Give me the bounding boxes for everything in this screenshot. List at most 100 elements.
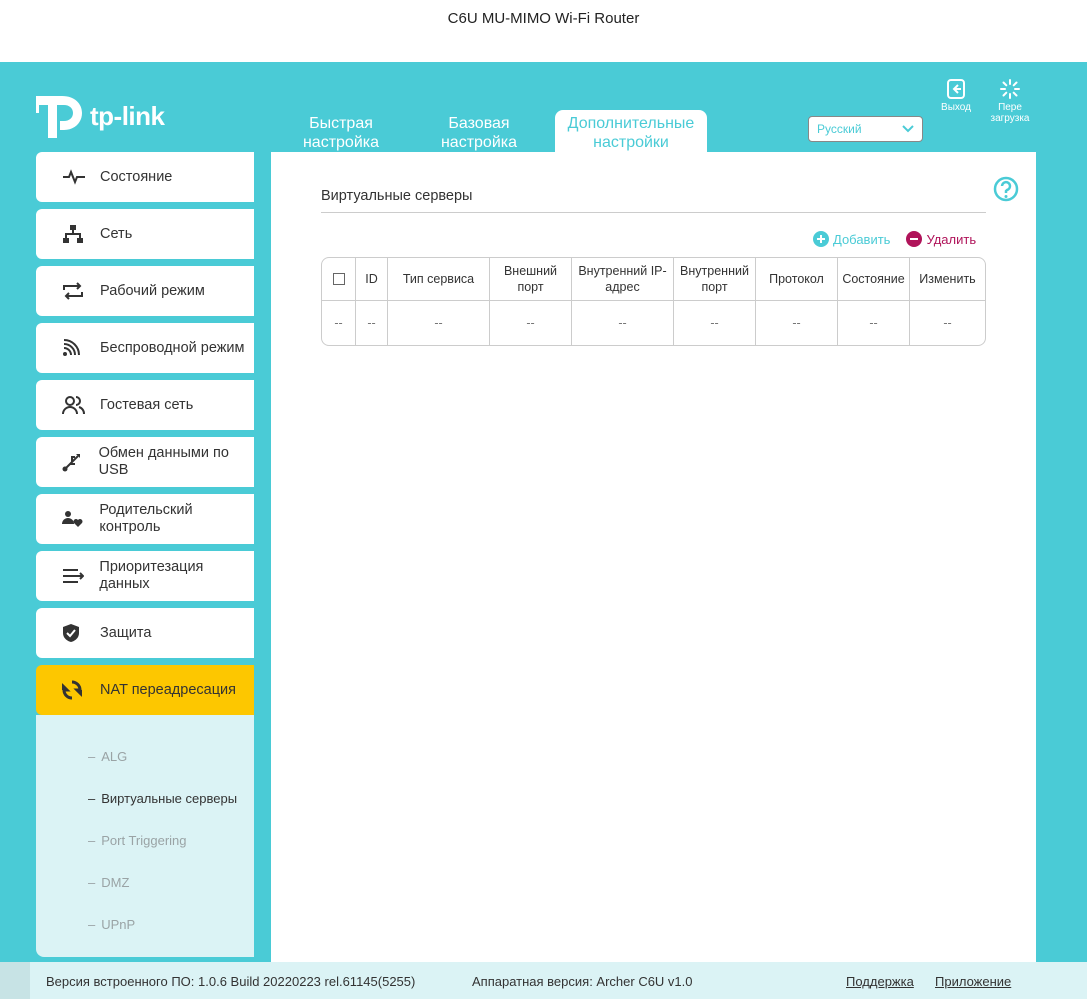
chevron-down-icon — [902, 125, 914, 133]
reboot-label-1: Пере — [998, 102, 1022, 113]
table-cell: -- — [572, 301, 674, 345]
delete-label: Удалить — [926, 231, 977, 247]
table-cell: -- — [674, 301, 756, 345]
sidebar-item-security[interactable]: Защита — [36, 608, 254, 658]
sidebar-item-operation-mode[interactable]: Рабочий режим — [36, 266, 254, 316]
table-header-row: ID Тип сервиса Внешний порт Внутренний I… — [322, 258, 985, 301]
submenu-item-dmz[interactable]: – DMZ — [36, 861, 254, 903]
table-cell: -- — [490, 301, 572, 345]
sidebar-item-wireless[interactable]: Беспроводной режим — [36, 323, 254, 373]
tab-advanced[interactable]: Дополнительные настройки — [555, 110, 707, 152]
section-title: Виртуальные серверы — [321, 188, 986, 213]
column-header-protocol: Протокол — [756, 258, 838, 300]
sidebar-item-label: NAT переадресация — [100, 681, 236, 698]
submenu-item-upnp[interactable]: – UPnP — [36, 903, 254, 945]
sidebar-item-status[interactable]: Состояние — [36, 152, 254, 202]
table-cell: -- — [756, 301, 838, 345]
sidebar-item-nat-forwarding[interactable]: NAT переадресация — [36, 665, 254, 715]
shield-icon — [62, 623, 88, 643]
sidebar-item-label: Обмен данными по USB — [98, 445, 229, 478]
sidebar-item-parental-control[interactable]: Родительский контроль — [36, 494, 254, 544]
app-link[interactable]: Приложение — [935, 974, 1011, 989]
table-cell: -- — [838, 301, 910, 345]
firmware-version: Версия встроенного ПО: 1.0.6 Build 20220… — [46, 974, 416, 989]
table-cell: -- — [322, 301, 356, 345]
nat-submenu: – ALG – Виртуальные серверы – Port Triggeri… — [36, 715, 254, 957]
tab-quick-setup[interactable]: Быстрая настройка — [279, 110, 403, 152]
table-cell: -- — [943, 316, 952, 330]
network-icon — [62, 224, 88, 244]
column-header-internal-ip: Внутренний IP-адрес — [572, 258, 674, 300]
table-cell: -- — [388, 301, 490, 345]
submenu-item-virtual-servers[interactable]: – Виртуальные серверы — [36, 777, 254, 819]
sidebar-item-usb[interactable]: Обмен данными по USB — [36, 437, 254, 487]
sidebar-item-label: Рабочий режим — [100, 282, 205, 299]
column-header-external-port: Внешний порт — [490, 258, 572, 300]
column-header-service-type: Тип сервиса — [388, 258, 490, 300]
language-selected: Русский — [817, 122, 862, 136]
sidebar-item-label: Приоритезация данных — [99, 559, 204, 592]
sidebar-item-label: Гостевая сеть — [100, 396, 194, 413]
tab-basic-label-1: Базовая — [448, 115, 510, 132]
reboot-label-2: загрузка — [990, 113, 1030, 124]
usb-icon — [62, 452, 87, 472]
submenu-item-label: ALG — [101, 748, 128, 764]
guests-icon — [62, 395, 88, 415]
sidebar-item-qos[interactable]: Приоритезация данных — [36, 551, 254, 601]
submenu-item-label: UPnP — [101, 916, 136, 932]
submenu-item-label: DMZ — [101, 874, 130, 890]
tp-link-logo[interactable]: tp-link — [36, 92, 165, 140]
footer: Версия встроенного ПО: 1.0.6 Build 20220… — [0, 962, 1087, 999]
sidebar-item-label: Защита — [100, 624, 152, 641]
select-all-cell — [322, 258, 356, 300]
mode-switch-icon — [62, 281, 88, 301]
qos-icon — [62, 566, 87, 586]
tab-advanced-label-2: настройки — [593, 134, 669, 151]
submenu-item-alg[interactable]: – ALG — [36, 735, 254, 777]
tab-quick-setup-label-2: настройка — [302, 134, 380, 151]
nat-icon — [62, 680, 88, 700]
minus-circle-icon — [906, 231, 923, 247]
column-header-internal-port: Внутренний порт — [674, 258, 756, 300]
select-all-checkbox[interactable] — [332, 273, 345, 285]
help-button[interactable] — [993, 176, 1019, 207]
reboot-icon — [1000, 79, 1020, 99]
main-tabs: Быстрая настройка Базовая настройка Допо… — [279, 110, 721, 152]
sidebar-item-label: Сеть — [100, 225, 133, 242]
submenu-item-label: Port Triggering — [101, 832, 187, 848]
tab-quick-setup-label-1: Быстрая — [309, 115, 373, 132]
logout-icon — [947, 79, 965, 99]
submenu-item-label: Виртуальные серверы — [101, 790, 238, 806]
tp-link-logo-icon — [36, 96, 82, 138]
delete-button[interactable]: Удалить — [906, 231, 976, 247]
pulse-icon — [62, 167, 88, 187]
sidebar-item-network[interactable]: Сеть — [36, 209, 254, 259]
support-link[interactable]: Поддержка — [846, 974, 914, 989]
column-header-id: ID — [356, 258, 388, 300]
sidebar: Состояние Сеть Рабочий режим Беспроводно… — [36, 152, 254, 957]
submenu-item-port-triggering[interactable]: – Port Triggering — [36, 819, 254, 861]
main-content: Виртуальные серверы Добавить Удалить ID … — [271, 152, 1036, 962]
sidebar-item-label: Состояние — [100, 168, 173, 185]
help-icon — [993, 176, 1019, 202]
column-header-modify: Изменить — [919, 272, 976, 286]
language-select[interactable]: Русский — [808, 116, 923, 142]
router-app: tp-link Быстрая настройка Базовая настро… — [0, 62, 1087, 999]
tab-basic[interactable]: Базовая настройка — [417, 110, 541, 152]
wifi-icon — [62, 338, 88, 358]
logout-button[interactable]: Выход — [936, 78, 976, 113]
footer-corner-decoration — [0, 962, 30, 999]
table-cell: -- — [356, 301, 388, 345]
logout-label: Выход — [941, 102, 971, 113]
add-button[interactable]: Добавить — [813, 231, 890, 247]
add-label: Добавить — [833, 231, 891, 247]
hardware-version: Аппаратная версия: Archer C6U v1.0 — [472, 974, 693, 989]
reboot-button[interactable]: Пере загрузка — [986, 78, 1034, 124]
table-row: -- -- -- -- -- -- -- -- -- — [322, 301, 985, 345]
sidebar-item-guest-network[interactable]: Гостевая сеть — [36, 380, 254, 430]
sidebar-item-label: Беспроводной режим — [100, 339, 245, 356]
table-actions: Добавить Удалить — [813, 231, 976, 247]
window-title: C6U MU-MIMO Wi-Fi Router — [0, 0, 1087, 62]
logo-text: tp-link — [90, 100, 165, 131]
plus-circle-icon — [813, 231, 829, 247]
